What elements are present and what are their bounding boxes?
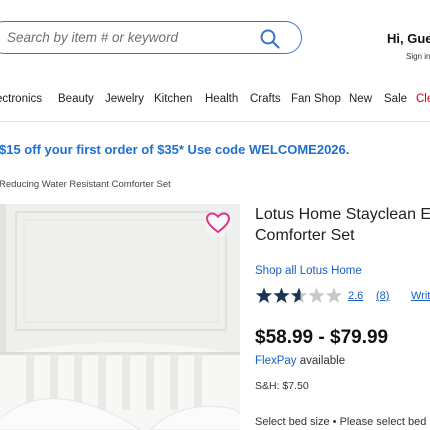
- product-title-line-1: Lotus Home Stayclean E: [255, 206, 430, 223]
- nav-item-clearance[interactable]: Cle: [416, 93, 430, 105]
- search-box[interactable]: [0, 21, 302, 54]
- nav-item-sale[interactable]: Sale: [384, 93, 407, 105]
- price-range: $58.99 - $79.99: [255, 327, 389, 348]
- rating-stars[interactable]: [255, 287, 343, 305]
- nav-item-crafts[interactable]: Crafts: [250, 93, 281, 105]
- flexpay-suffix: available: [296, 355, 346, 367]
- nav-divider: [0, 121, 430, 122]
- account-greeting[interactable]: Hi, Gue: [387, 31, 430, 46]
- product-image[interactable]: [0, 204, 240, 430]
- bed-size-selector-label[interactable]: Select bed size • Please select bed: [255, 416, 426, 428]
- review-count-link[interactable]: (8): [376, 290, 389, 302]
- nav-item-jewelry[interactable]: Jewelry: [105, 93, 144, 105]
- nav-item-fan-shop[interactable]: Fan Shop: [291, 93, 341, 105]
- star-icon: [308, 287, 325, 303]
- wishlist-button[interactable]: [204, 209, 232, 237]
- nav-item-new[interactable]: New: [349, 93, 372, 105]
- star-icon: [290, 287, 308, 303]
- nav-item-electronics[interactable]: ectronics: [0, 93, 42, 105]
- flexpay-line: FlexPay available: [255, 355, 345, 367]
- nav-item-kitchen[interactable]: Kitchen: [154, 93, 192, 105]
- shipping-cost: S&H: $7.50: [255, 380, 309, 392]
- sign-in-link[interactable]: Sign in: [406, 52, 430, 61]
- nav-item-beauty[interactable]: Beauty: [58, 93, 94, 105]
- star-icon: [325, 287, 343, 303]
- product-photo: [0, 204, 240, 430]
- shop-brand-link[interactable]: Shop all Lotus Home: [255, 265, 362, 277]
- nav-item-health[interactable]: Health: [205, 93, 238, 105]
- product-title: Lotus Home Stayclean E Comforter Set: [255, 204, 430, 246]
- star-icon: [255, 287, 273, 303]
- star-icon: [273, 287, 290, 303]
- rating-value[interactable]: 2.6: [348, 290, 363, 302]
- write-review-link[interactable]: Writ: [411, 290, 430, 302]
- heart-icon: [205, 212, 231, 234]
- breadcrumb[interactable]: Reducing Water Resistant Comforter Set: [0, 179, 171, 190]
- search-icon[interactable]: [259, 28, 281, 50]
- product-title-line-2: Comforter Set: [255, 227, 355, 244]
- search-input[interactable]: [7, 22, 257, 53]
- flexpay-link[interactable]: FlexPay: [255, 355, 297, 367]
- promo-banner[interactable]: $15 off your first order of $35* Use cod…: [0, 142, 349, 157]
